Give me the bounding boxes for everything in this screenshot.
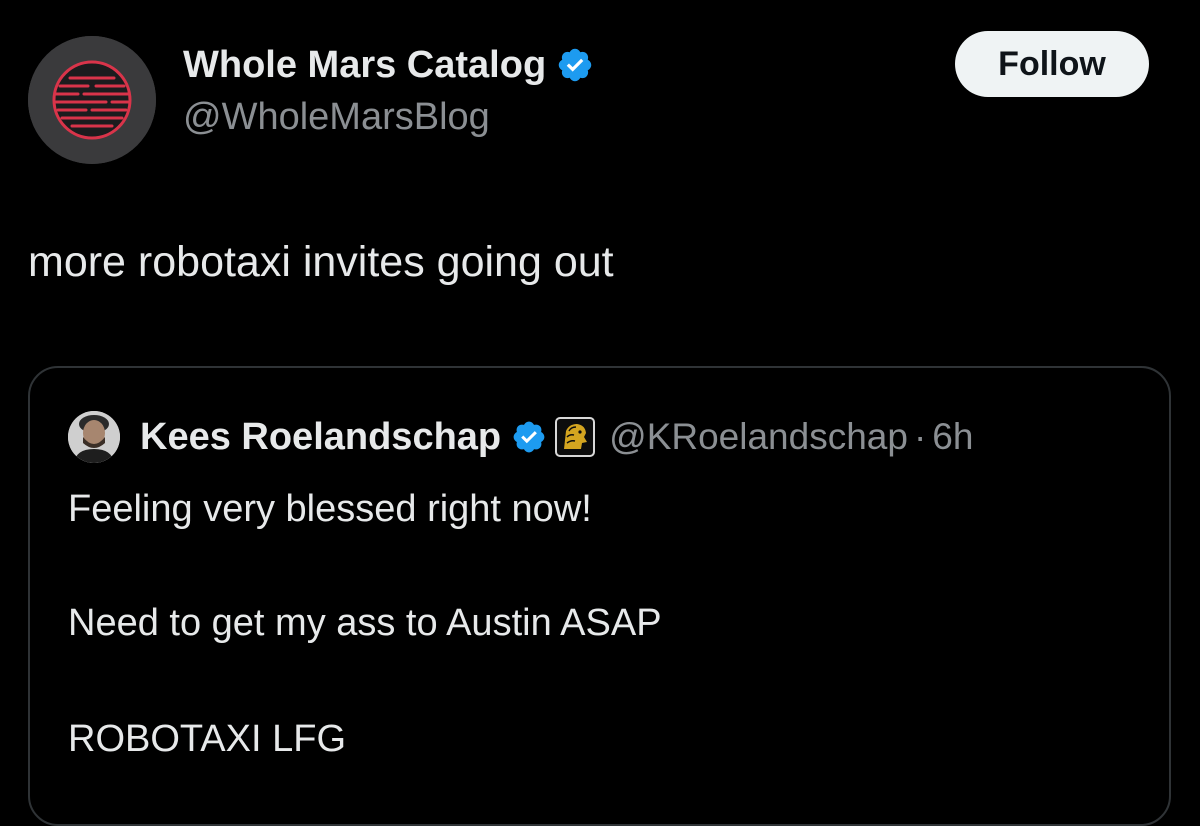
quoted-tweet-timestamp[interactable]: 6h — [932, 416, 973, 458]
follow-button[interactable]: Follow — [955, 31, 1149, 97]
quoted-verified-badge-icon[interactable] — [511, 419, 547, 455]
quoted-tweet-card[interactable]: Kees Roelandschap @KRoelandschap · 6h Fe… — [28, 366, 1171, 826]
quoted-tweet-header: Kees Roelandschap @KRoelandschap · 6h — [68, 411, 973, 463]
author-avatar[interactable] — [28, 36, 156, 164]
separator-dot: · — [913, 416, 927, 457]
red-striped-mars-icon — [28, 36, 156, 164]
quoted-tweet-line: Need to get my ass to Austin ASAP — [68, 602, 662, 644]
verified-badge-icon[interactable] — [556, 46, 594, 84]
quoted-tweet-line: Feeling very blessed right now! — [68, 488, 592, 530]
author-display-name[interactable]: Whole Mars Catalog — [183, 44, 546, 87]
gold-lion-badge-icon[interactable] — [555, 417, 596, 457]
author-handle[interactable]: @WholeMarsBlog — [183, 96, 490, 139]
tweet-text: more robotaxi invites going out — [28, 238, 614, 286]
quoted-author-display-name[interactable]: Kees Roelandschap — [140, 416, 501, 459]
person-photo-icon — [68, 411, 120, 463]
quoted-tweet-line: ROBOTAXI LFG — [68, 718, 347, 760]
author-name-row[interactable]: Whole Mars Catalog — [183, 40, 594, 90]
quoted-author-avatar[interactable] — [68, 411, 120, 463]
quoted-author-handle[interactable]: @KRoelandschap — [609, 416, 908, 458]
